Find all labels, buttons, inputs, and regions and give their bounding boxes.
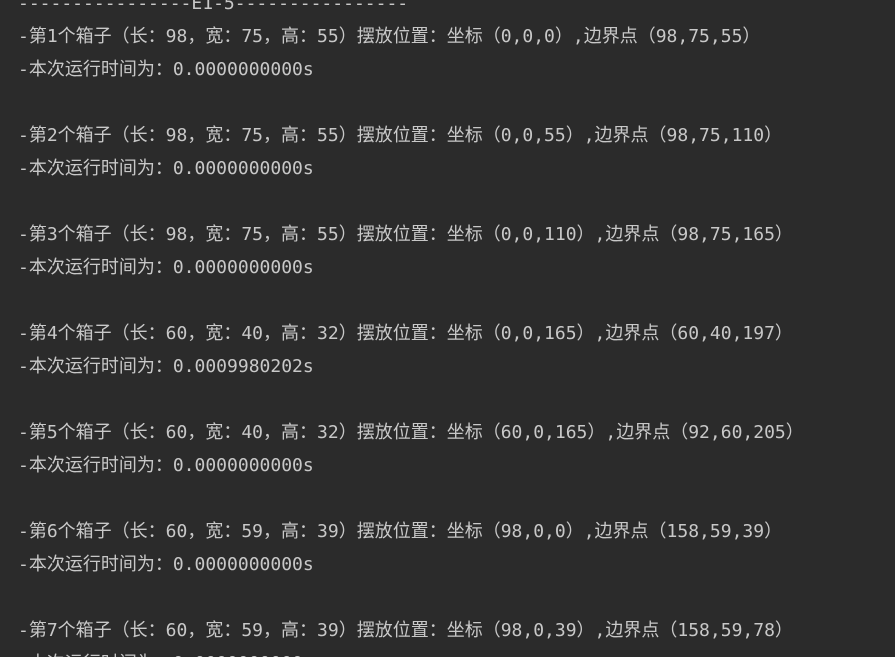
console-output[interactable]: ----------------E1-5---------------- -第1…: [0, 0, 895, 657]
box-placement-line-6: -第6个箱子（长：60，宽：59，高：39）摆放位置：坐标（98,0,0）,边界…: [18, 521, 783, 542]
box-placement-line-7: -第7个箱子（长：60，宽：59，高：39）摆放位置：坐标（98,0,39）,边…: [18, 620, 793, 641]
run-time-line-7: -本次运行时间为：0.0000000000s: [18, 647, 895, 657]
box-placement-line-3: -第3个箱子（长：98，宽：75，高：55）摆放位置：坐标（0,0,110）,边…: [18, 224, 793, 245]
box-placement-line-5: -第5个箱子（长：60，宽：40，高：32）摆放位置：坐标（60,0,165）,…: [18, 422, 804, 443]
console-header-line: ----------------E1-5----------------: [18, 0, 409, 14]
box-placement-line-1: -第1个箱子（长：98，宽：75，高：55）摆放位置：坐标（0,0,0）,边界点…: [18, 26, 761, 47]
run-time-line-6: -本次运行时间为：0.0000000000s: [18, 554, 314, 575]
box-placement-line-2: -第2个箱子（长：98，宽：75，高：55）摆放位置：坐标（0,0,55）,边界…: [18, 125, 783, 146]
run-time-line-4: -本次运行时间为：0.0009980202s: [18, 356, 314, 377]
run-time-line-1: -本次运行时间为：0.0000000000s: [18, 59, 314, 80]
run-time-line-3: -本次运行时间为：0.0000000000s: [18, 257, 314, 278]
run-time-line-5: -本次运行时间为：0.0000000000s: [18, 455, 314, 476]
box-placement-line-4: -第4个箱子（长：60，宽：40，高：32）摆放位置：坐标（0,0,165）,边…: [18, 323, 793, 344]
run-time-line-2: -本次运行时间为：0.0000000000s: [18, 158, 314, 179]
